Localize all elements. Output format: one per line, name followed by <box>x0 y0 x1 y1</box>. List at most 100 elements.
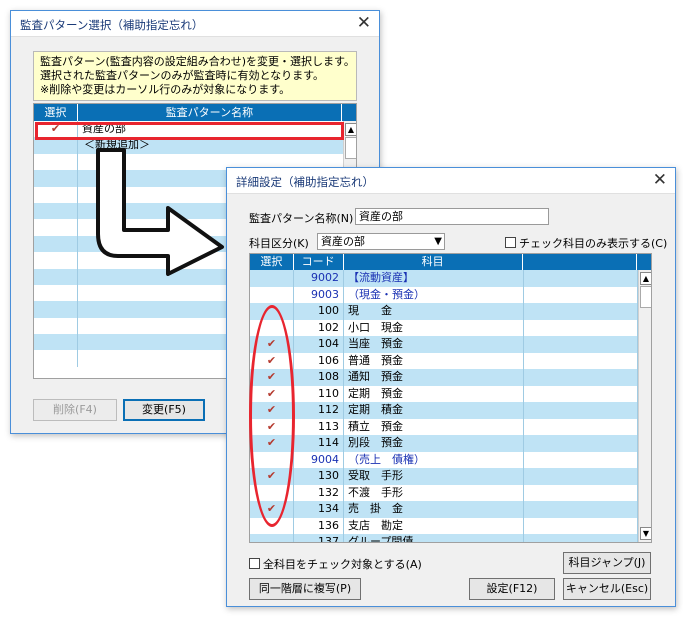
copy-same-level-button[interactable]: 同一階層に複写(P) <box>249 578 361 600</box>
select-cell[interactable] <box>34 153 78 171</box>
close-icon[interactable]: ✕ <box>653 170 667 190</box>
table-row[interactable]: 137 グループ間債 <box>250 534 651 542</box>
code-cell: 9002 <box>294 270 344 287</box>
select-cell[interactable] <box>250 270 294 287</box>
select-cell[interactable]: ✔ <box>250 385 294 402</box>
table-row[interactable]: 132 不渡 手形 <box>250 484 651 501</box>
account-name-cell: 小口 現金 <box>344 319 524 336</box>
table-row[interactable]: ✔ 104 当座 預金 <box>250 336 651 353</box>
checkbox-icon[interactable] <box>249 558 260 569</box>
select-cell[interactable] <box>34 137 78 154</box>
header-account: 科目 <box>344 254 523 270</box>
table-row[interactable]: ✔ 114 別段 預金 <box>250 435 651 452</box>
table-row[interactable]: 102 小口 現金 <box>250 319 651 336</box>
table-row[interactable]: ✔ 130 受取 手形 <box>250 468 651 485</box>
close-icon[interactable]: ✕ <box>357 13 371 33</box>
code-cell: 130 <box>294 468 344 485</box>
select-cell[interactable]: ✔ <box>250 369 294 386</box>
account-name-cell: 支店 勘定 <box>344 517 524 534</box>
select-cell[interactable] <box>250 484 294 501</box>
table-row[interactable]: 9004 （売上 債権） <box>250 451 651 468</box>
select-cell[interactable]: ✔ <box>250 418 294 435</box>
pattern-name-cell[interactable]: 資産の部 <box>78 121 344 138</box>
code-cell: 9004 <box>294 451 344 468</box>
select-cell[interactable] <box>34 170 78 187</box>
select-cell[interactable]: ✔ <box>250 352 294 369</box>
select-cell[interactable] <box>250 303 294 320</box>
code-cell: 132 <box>294 484 344 501</box>
select-cell[interactable] <box>34 334 78 351</box>
code-cell: 112 <box>294 402 344 419</box>
select-cell[interactable] <box>34 202 78 220</box>
connector-arrow-icon <box>96 148 224 276</box>
code-cell: 137 <box>294 534 344 542</box>
select-cell[interactable]: ✔ <box>250 435 294 452</box>
account-jump-button[interactable]: 科目ジャンプ(J) <box>563 552 651 574</box>
extra-cell <box>524 352 638 369</box>
table-row[interactable]: ✔ 113 積立 預金 <box>250 418 651 435</box>
all-check-option[interactable]: 全科目をチェック対象とする(A) <box>249 556 422 572</box>
select-cell[interactable]: ✔ <box>250 402 294 419</box>
select-cell[interactable]: ✔ <box>250 336 294 353</box>
change-button[interactable]: 変更(F5) <box>123 399 205 421</box>
account-grid-header: 選択 コード 科目 <box>250 254 651 270</box>
checkbox-icon[interactable] <box>505 237 516 248</box>
info-line: ※削除や変更はカーソル行のみが対象になります。 <box>40 83 291 96</box>
scroll-up-icon[interactable]: ▲ <box>640 272 651 285</box>
select-cell[interactable] <box>34 350 78 367</box>
select-cell[interactable] <box>250 286 294 303</box>
select-cell[interactable] <box>34 252 78 269</box>
select-cell[interactable] <box>34 219 78 236</box>
extra-cell <box>524 369 638 386</box>
select-cell[interactable] <box>250 451 294 468</box>
account-grid-rows: 9002 【流動資産】 9003 （現金・預金） 100 現 金 102 小口 現金 ✔ 104 当… <box>250 270 651 542</box>
category-select[interactable]: 資産の部 ▼ <box>317 233 445 250</box>
select-cell[interactable] <box>250 319 294 336</box>
account-grid-scrollbar[interactable]: ▲ ▼ <box>638 270 651 542</box>
extra-cell <box>524 303 638 320</box>
cancel-button[interactable]: キャンセル(Esc) <box>563 578 651 600</box>
table-row[interactable]: 9003 （現金・預金） <box>250 286 651 303</box>
table-row[interactable]: ✔ 108 通知 預金 <box>250 369 651 386</box>
select-cell[interactable] <box>34 301 78 318</box>
info-line: 監査パターン(監査内容の設定組み合わせ)を変更・選択します。 <box>40 55 355 68</box>
select-cell[interactable] <box>34 268 78 285</box>
select-cell[interactable] <box>34 317 78 335</box>
account-name-cell: 通知 預金 <box>344 369 524 386</box>
info-line: 選択された監査パターンのみが監査時に有効となります。 <box>40 69 325 82</box>
code-cell: 136 <box>294 517 344 534</box>
table-row[interactable]: 136 支店 勘定 <box>250 517 651 534</box>
table-row[interactable]: ✔ 110 定期 預金 <box>250 385 651 402</box>
delete-button[interactable]: 削除(F4) <box>33 399 117 421</box>
table-row[interactable]: ✔ 資産の部 <box>34 121 356 138</box>
select-cell[interactable] <box>34 235 78 253</box>
pattern-name-field[interactable]: 資産の部 <box>355 208 549 225</box>
extra-cell <box>524 468 638 485</box>
code-cell: 113 <box>294 418 344 435</box>
account-name-cell: 不渡 手形 <box>344 484 524 501</box>
select-cell[interactable]: ✔ <box>250 468 294 485</box>
chevron-down-icon[interactable]: ▼ <box>434 234 442 249</box>
extra-cell <box>524 402 638 419</box>
table-row[interactable]: 9002 【流動資産】 <box>250 270 651 287</box>
scroll-down-icon[interactable]: ▼ <box>640 527 651 540</box>
select-cell[interactable] <box>250 534 294 542</box>
extra-cell <box>524 336 638 353</box>
scroll-up-icon[interactable]: ▲ <box>345 123 356 136</box>
select-cell[interactable] <box>34 186 78 203</box>
select-cell[interactable]: ✔ <box>250 501 294 518</box>
scroll-thumb[interactable] <box>640 286 651 308</box>
select-cell[interactable]: ✔ <box>34 121 78 138</box>
extra-cell <box>524 534 638 542</box>
ok-button[interactable]: 設定(F12) <box>469 578 555 600</box>
table-row[interactable]: ✔ 112 定期 積金 <box>250 402 651 419</box>
account-grid: 選択 コード 科目 9002 【流動資産】 9003 （現金・預金） 100 現 金 102… <box>249 253 652 543</box>
table-row[interactable]: ✔ 106 普通 預金 <box>250 352 651 369</box>
checked-only-option[interactable]: チェック科目のみ表示する(C) <box>505 235 667 251</box>
select-cell[interactable] <box>250 517 294 534</box>
scroll-thumb[interactable] <box>345 137 356 159</box>
account-name-cell: 受取 手形 <box>344 468 524 485</box>
table-row[interactable]: ✔ 134 売 掛 金 <box>250 501 651 518</box>
table-row[interactable]: 100 現 金 <box>250 303 651 320</box>
select-cell[interactable] <box>34 284 78 302</box>
